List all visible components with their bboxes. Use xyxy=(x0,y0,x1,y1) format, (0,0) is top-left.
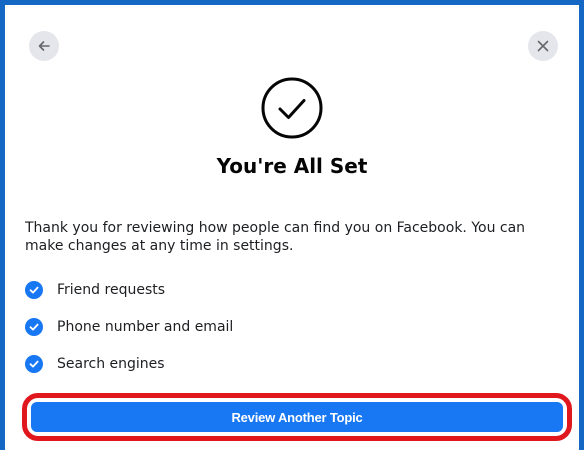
success-hero xyxy=(13,76,571,140)
dialog-title: You're All Set xyxy=(216,154,368,178)
dialog-description: Thank you for reviewing how people can f… xyxy=(25,220,526,254)
list-item-label: Phone number and email xyxy=(57,319,234,335)
check-badge-icon xyxy=(25,355,43,373)
check-circle-icon xyxy=(261,77,323,139)
review-another-topic-button[interactable]: Review Another Topic xyxy=(31,402,563,432)
back-button[interactable] xyxy=(29,31,59,61)
list-item: Friend requests xyxy=(25,279,565,301)
close-icon xyxy=(537,40,549,52)
privacy-checkup-dialog: You're All Set Thank you for reviewing h… xyxy=(13,14,571,450)
check-badge-icon xyxy=(25,318,43,336)
list-item: Search engines xyxy=(25,353,565,375)
list-item-label: Search engines xyxy=(57,356,165,372)
check-badge-icon xyxy=(25,281,43,299)
reviewed-topics-list: Friend requests Phone number and email S… xyxy=(25,279,565,390)
list-item: Phone number and email xyxy=(25,316,565,338)
arrow-left-icon xyxy=(38,41,50,51)
list-item-label: Friend requests xyxy=(57,282,166,298)
close-button[interactable] xyxy=(528,31,558,61)
